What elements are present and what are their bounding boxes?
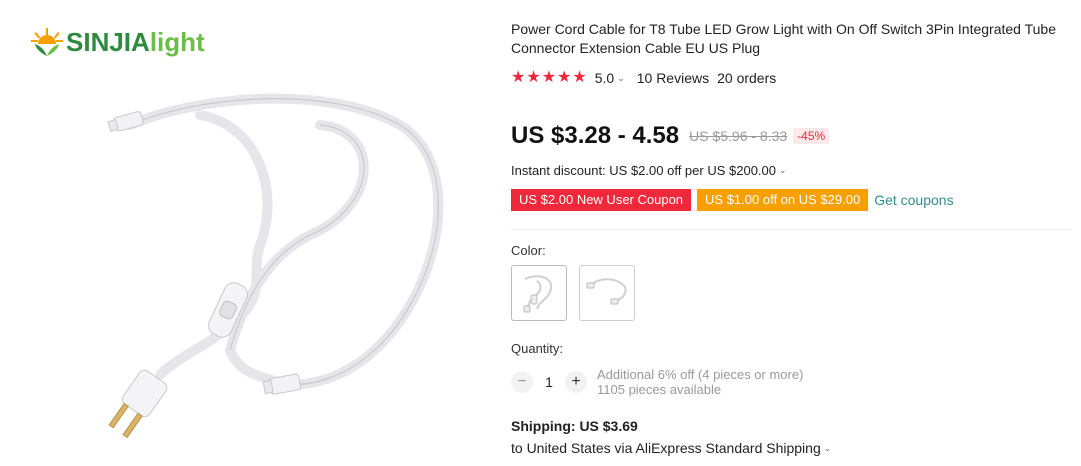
reviews-link[interactable]: 10 Reviews — [637, 70, 709, 86]
star-icon: ★ — [557, 69, 572, 86]
bulk-discount-text: Additional 6% off (4 pieces or more) — [597, 367, 804, 382]
product-image-panel: SINJIAlight — [0, 0, 500, 466]
logo-text-secondary: light — [149, 27, 205, 57]
quantity-stepper: − 1 + Additional 6% off (4 pieces or mor… — [511, 367, 803, 397]
orders-count: 20 orders — [717, 70, 777, 86]
original-price: US $5.96 - 8.33 — [689, 128, 788, 144]
decrement-button[interactable]: − — [511, 371, 533, 393]
stock-available-text: 1105 pieces available — [597, 382, 722, 397]
instant-discount[interactable]: Instant discount: US $2.00 off per US $2… — [511, 163, 787, 178]
discount-badge: -45% — [793, 128, 830, 144]
color-option-connector[interactable] — [579, 265, 635, 321]
current-price: US $3.28 - 4.58 — [511, 122, 680, 149]
rating-dropdown[interactable]: 5.0 ⌄ — [595, 70, 625, 86]
product-photo — [107, 93, 444, 439]
quantity-label: Quantity: — [511, 341, 564, 356]
instant-discount-text: Instant discount: US $2.00 off per US $2… — [511, 163, 776, 178]
rating-row: ★ ★ ★ ★ ★ 5.0 ⌄ 10 Reviews 20 orders — [511, 70, 777, 87]
star-icon: ★ — [526, 69, 541, 86]
get-coupons-link[interactable]: Get coupons — [874, 192, 953, 208]
shipping-price: US $3.69 — [579, 418, 638, 434]
quantity-info: Additional 6% off (4 pieces or more) 110… — [597, 367, 803, 397]
store-coupon[interactable]: US $1.00 off on US $29.00 — [697, 189, 869, 211]
coupons-row: US $2.00 New User Coupon US $1.00 off on… — [511, 189, 954, 211]
brand-logo: SINJIAlight — [30, 27, 205, 57]
color-options — [511, 265, 647, 321]
chevron-down-icon: ⌄ — [617, 72, 625, 83]
logo-text-primary: SINJIA — [66, 27, 150, 57]
color-label: Color: — [511, 243, 546, 258]
shipping-method[interactable]: to United States via AliExpress Standard… — [511, 440, 831, 456]
color-option-plug-switch[interactable] — [511, 265, 567, 321]
divider — [511, 229, 1071, 230]
swatch-thumbnail — [523, 275, 553, 313]
sun-leaf-icon — [31, 28, 63, 56]
shipping-label: Shipping: — [511, 418, 576, 434]
star-icon: ★ — [572, 69, 587, 86]
chevron-down-icon: ⌄ — [779, 165, 787, 175]
star-icon: ★ — [511, 69, 526, 86]
star-icon: ★ — [541, 69, 557, 86]
shipping-description: to United States via AliExpress Standard… — [511, 440, 821, 456]
quantity-input[interactable]: 1 — [533, 374, 565, 390]
product-title: Power Cord Cable for T8 Tube LED Grow Li… — [511, 21, 1056, 56]
rating-value: 5.0 — [594, 70, 615, 86]
price-row: US $3.28 - 4.58 US $5.96 - 8.33 -45% — [511, 122, 830, 150]
shipping-cost: Shipping: US $3.69 — [511, 418, 638, 434]
chevron-down-icon: ⌄ — [823, 442, 832, 453]
new-user-coupon[interactable]: US $2.00 New User Coupon — [511, 189, 692, 211]
increment-button[interactable]: + — [565, 371, 587, 393]
star-rating: ★ ★ ★ ★ ★ — [511, 70, 588, 86]
swatch-thumbnail — [586, 278, 627, 305]
